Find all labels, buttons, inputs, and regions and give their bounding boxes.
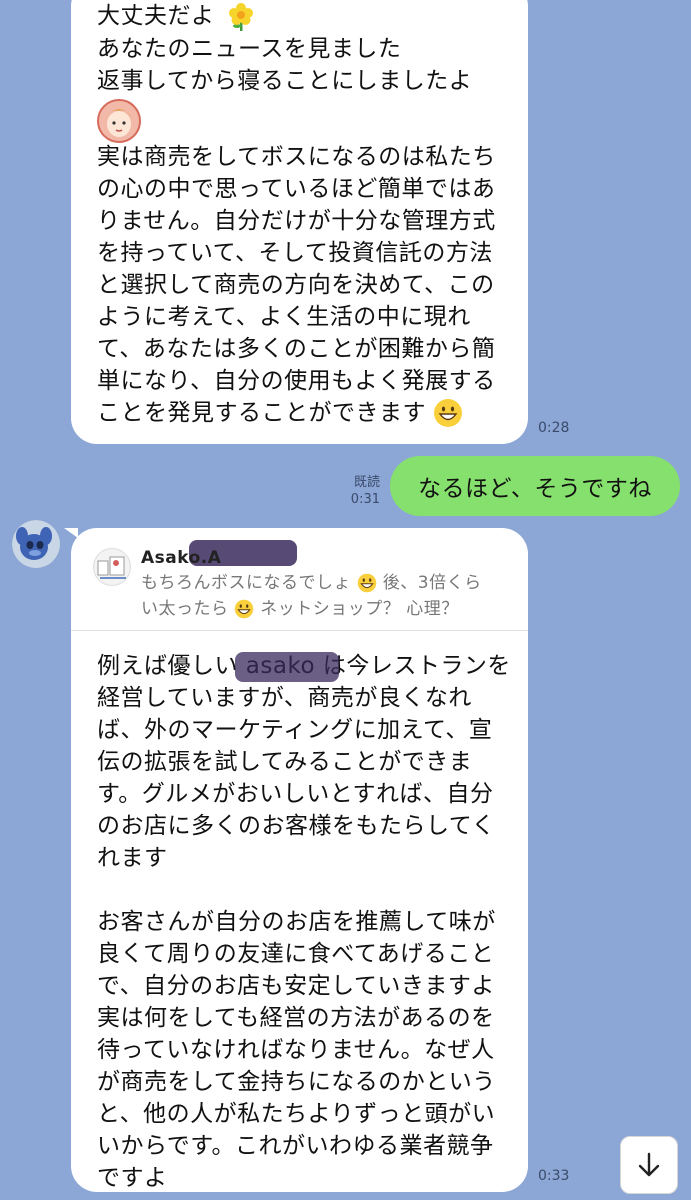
message-line: りません。自分だけが十分な管理方式 bbox=[97, 207, 496, 234]
quoted-avatar bbox=[93, 548, 131, 586]
chat-screen: 大丈夫だよ あなたのニュースを見ました 返事してから寝ることにしましたよ 実は商… bbox=[0, 0, 691, 1200]
message-line: の心の中で思っているほど簡単ではあ bbox=[97, 175, 496, 202]
message-line: 大丈夫だよ bbox=[97, 0, 506, 33]
message-line: で、自分のお店も安定していきますよ bbox=[97, 973, 495, 999]
message-line: す。グルメがおいしいとすれば、自分 bbox=[97, 781, 494, 807]
message-timestamp: 0:33 bbox=[538, 1168, 570, 1184]
received-message-bubble[interactable]: Asako.A もちろんボスになるでしょ 後、3倍くら い太ったら ネットショッ… bbox=[71, 528, 528, 1192]
message-timestamp: 0:28 bbox=[538, 420, 570, 436]
message-line: 返事してから寝ることにしましたよ bbox=[97, 67, 473, 94]
sticker-line bbox=[97, 97, 506, 143]
message-line: 実は何をしても経営の方法があるのを bbox=[97, 1005, 495, 1031]
message-line: 良くて周りの友達に食べてあげること bbox=[97, 941, 495, 967]
arrow-down-icon bbox=[638, 1152, 660, 1177]
message-body: 例えば優しい asako は今レストランを 経営していますが、商売が良くなれ ば… bbox=[97, 650, 517, 1194]
received-message-bubble[interactable]: 大丈夫だよ あなたのニュースを見ました 返事してから寝ることにしましたよ 実は商… bbox=[71, 0, 528, 444]
message-line: お客さんが自分のお店を推薦して味が bbox=[97, 909, 496, 935]
girl-face-emoji-icon bbox=[97, 98, 141, 143]
message-line: と、他の人が私たちよりずっと頭がい bbox=[97, 1101, 496, 1127]
message-line: れます bbox=[97, 845, 168, 871]
message-line: 単になり、自分の使用もよく発展する bbox=[97, 367, 496, 394]
message-line: を持っていて、そして投資信託の方法 bbox=[97, 239, 493, 266]
message-line: て、あなたは多くのことが困難から簡 bbox=[97, 335, 496, 362]
message-line: ことを発見することができます bbox=[97, 397, 506, 429]
message-line: が商売をして金持ちになるのかという bbox=[97, 1069, 496, 1095]
message-line: ですよ bbox=[97, 1165, 168, 1191]
quoted-reply[interactable]: Asako.A もちろんボスになるでしょ 後、3倍くら い太ったら ネットショッ… bbox=[71, 528, 528, 631]
grinning-face-emoji-icon bbox=[357, 573, 377, 593]
read-receipt: 既読 0:31 bbox=[350, 475, 380, 507]
message-line: と選択して商売の方向を決めて、この bbox=[97, 271, 495, 298]
scroll-to-bottom-button[interactable] bbox=[620, 1136, 678, 1194]
message-line: あなたのニュースを見ました bbox=[97, 35, 402, 62]
sender-avatar[interactable] bbox=[12, 520, 60, 568]
message-line: 経営していますが、商売が良くなれ bbox=[97, 685, 472, 711]
message-line: ば、外のマーケティングに加えて、宣 bbox=[97, 717, 493, 743]
redaction-mark bbox=[235, 652, 339, 682]
message-line: 待っていなければなりません。なぜ人 bbox=[97, 1037, 495, 1063]
flower-emoji-icon bbox=[226, 1, 256, 33]
message-line: ように考えて、よく生活の中に現れ bbox=[97, 303, 471, 330]
grinning-face-emoji-icon bbox=[235, 599, 254, 619]
quoted-message-text: もちろんボスになるでしょ 後、3倍くら い太ったら ネットショップ？ 心理？ bbox=[141, 573, 482, 619]
sent-message-bubble[interactable]: なるほど、そうですね bbox=[390, 456, 680, 516]
message-line: 伝の拡張を試してみることができま bbox=[97, 749, 473, 775]
message-line: 実は商売をしてボスになるのは私たち bbox=[97, 143, 496, 170]
message-line: いからです。これがいわゆる業者競争 bbox=[97, 1133, 494, 1159]
message-line: のお店に多くのお客様をもたらしてく bbox=[97, 813, 496, 839]
grinning-face-emoji-icon bbox=[433, 399, 462, 427]
